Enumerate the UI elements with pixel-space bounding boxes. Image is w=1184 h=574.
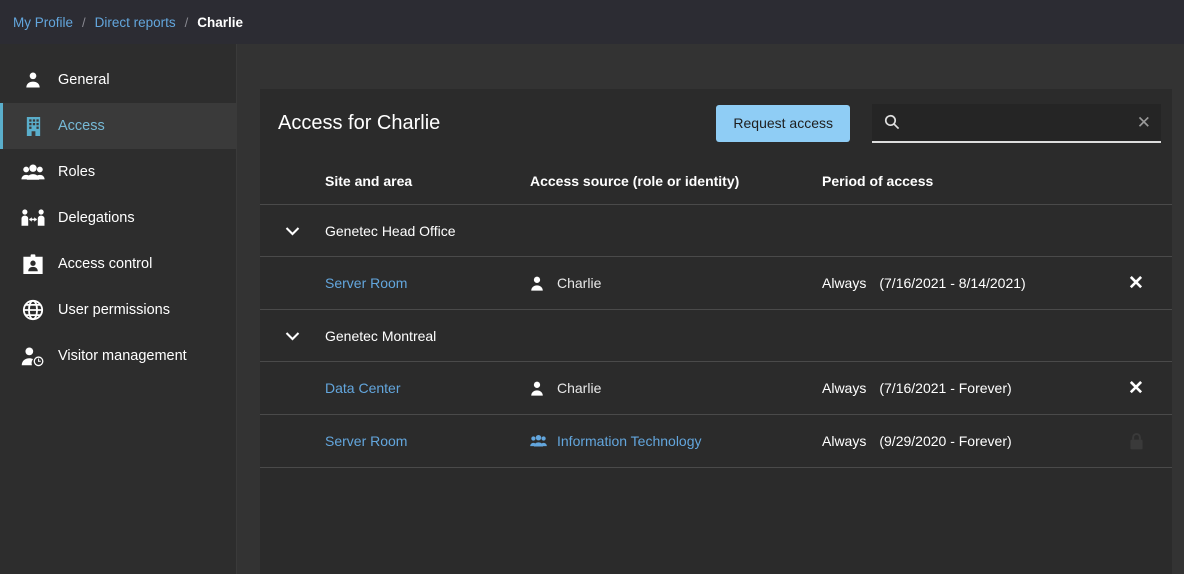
breadcrumb-item-charlie: Charlie bbox=[197, 14, 244, 30]
site-link[interactable]: Server Room bbox=[325, 275, 530, 291]
site-link[interactable]: Data Center bbox=[325, 380, 530, 396]
person-icon bbox=[530, 381, 550, 396]
access-table: Site and area Access source (role or ide… bbox=[260, 157, 1172, 468]
card-header: Access for Charlie Request access ✕ bbox=[260, 89, 1172, 157]
sidebar-item-delegations[interactable]: Delegations bbox=[0, 195, 236, 241]
column-header-site: Site and area bbox=[325, 172, 413, 189]
table-group-row[interactable]: Genetec Montreal bbox=[260, 310, 1172, 362]
sidebar-item-label: General bbox=[58, 71, 110, 88]
column-header-source: Access source (role or identity) bbox=[530, 172, 740, 189]
search-icon bbox=[884, 114, 900, 130]
sidebar-item-label: Delegations bbox=[58, 209, 135, 226]
request-access-button[interactable]: Request access bbox=[716, 104, 850, 142]
access-source: Charlie bbox=[530, 380, 822, 396]
chevron-down-icon[interactable] bbox=[260, 226, 325, 236]
sidebar-item-label: Roles bbox=[58, 163, 96, 180]
sidebar-item-label: Visitor management bbox=[58, 347, 187, 364]
sidebar: General Access Roles Delegations Access … bbox=[0, 44, 237, 574]
people-group-icon bbox=[530, 434, 550, 448]
sidebar-item-roles[interactable]: Roles bbox=[0, 149, 236, 195]
chevron-down-icon[interactable] bbox=[260, 331, 325, 341]
table-row[interactable]: Data Center Charlie Always (7/16/2021 - … bbox=[260, 362, 1172, 415]
globe-icon bbox=[20, 297, 46, 323]
period-of-access: Always (9/29/2020 - Forever) bbox=[822, 433, 1100, 449]
sidebar-item-user-permissions[interactable]: User permissions bbox=[0, 287, 236, 333]
person-icon bbox=[530, 276, 550, 291]
id-badge-icon bbox=[20, 251, 46, 277]
period-range: (9/29/2020 - Forever) bbox=[879, 433, 1012, 449]
period-always: Always bbox=[822, 275, 867, 291]
sidebar-item-general[interactable]: General bbox=[0, 57, 236, 103]
period-always: Always bbox=[822, 380, 867, 396]
site-link-label[interactable]: Data Center bbox=[325, 380, 400, 396]
access-source-label: Charlie bbox=[557, 275, 602, 291]
row-action[interactable]: ✕ bbox=[1100, 274, 1172, 293]
period-of-access: Always (7/16/2021 - 8/14/2021) bbox=[822, 275, 1100, 291]
period-range: (7/16/2021 - Forever) bbox=[879, 380, 1012, 396]
sidebar-item-access[interactable]: Access bbox=[0, 103, 236, 149]
row-action bbox=[1100, 432, 1172, 451]
site-link[interactable]: Server Room bbox=[325, 433, 530, 449]
breadcrumb-separator: / bbox=[184, 14, 189, 30]
sidebar-item-label: Access control bbox=[58, 255, 153, 272]
table-row[interactable]: Server Room Information Technology Alway… bbox=[260, 415, 1172, 468]
table-row[interactable]: Server Room Charlie Always (7/16/2021 - … bbox=[260, 257, 1172, 310]
lock-icon bbox=[1128, 432, 1145, 451]
search-box[interactable]: ✕ bbox=[872, 103, 1161, 143]
access-card: Access for Charlie Request access ✕ Site… bbox=[260, 89, 1172, 574]
close-icon[interactable]: ✕ bbox=[1128, 379, 1144, 398]
site-link-label[interactable]: Server Room bbox=[325, 275, 407, 291]
people-group-icon bbox=[20, 159, 46, 185]
site-link-label[interactable]: Server Room bbox=[325, 433, 407, 449]
period-range: (7/16/2021 - 8/14/2021) bbox=[879, 275, 1026, 291]
close-icon[interactable]: ✕ bbox=[1128, 274, 1144, 293]
building-icon bbox=[20, 113, 46, 139]
sidebar-item-visitor-management[interactable]: Visitor management bbox=[0, 333, 236, 379]
row-action[interactable]: ✕ bbox=[1100, 379, 1172, 398]
column-header-period: Period of access bbox=[822, 172, 934, 189]
sidebar-item-label: User permissions bbox=[58, 301, 170, 318]
page-title: Access for Charlie bbox=[278, 111, 441, 134]
period-always: Always bbox=[822, 433, 867, 449]
breadcrumb-item-my-profile[interactable]: My Profile bbox=[13, 15, 73, 30]
search-input[interactable] bbox=[909, 114, 1137, 130]
app-shell: General Access Roles Delegations Access … bbox=[0, 44, 1184, 574]
table-group-row[interactable]: Genetec Head Office bbox=[260, 205, 1172, 257]
access-source[interactable]: Information Technology bbox=[530, 433, 822, 449]
period-of-access: Always (7/16/2021 - Forever) bbox=[822, 380, 1100, 396]
group-name: Genetec Montreal bbox=[325, 327, 437, 344]
access-source: Charlie bbox=[530, 275, 822, 291]
breadcrumb-separator: / bbox=[82, 14, 86, 30]
delegation-arrows-icon bbox=[20, 205, 46, 231]
breadcrumb: My Profile / Direct reports / Charlie bbox=[0, 0, 1184, 44]
close-icon[interactable]: ✕ bbox=[1137, 114, 1151, 131]
breadcrumb-item-direct-reports[interactable]: Direct reports bbox=[95, 15, 176, 30]
access-source-label[interactable]: Information Technology bbox=[557, 433, 702, 449]
sidebar-item-access-control[interactable]: Access control bbox=[0, 241, 236, 287]
person-icon bbox=[20, 67, 46, 93]
person-clock-icon bbox=[20, 343, 46, 369]
table-header-row: Site and area Access source (role or ide… bbox=[260, 157, 1172, 205]
access-source-label: Charlie bbox=[557, 380, 602, 396]
sidebar-item-label: Access bbox=[58, 117, 105, 134]
main-content: Access for Charlie Request access ✕ Site… bbox=[237, 44, 1184, 574]
group-name: Genetec Head Office bbox=[325, 222, 456, 239]
